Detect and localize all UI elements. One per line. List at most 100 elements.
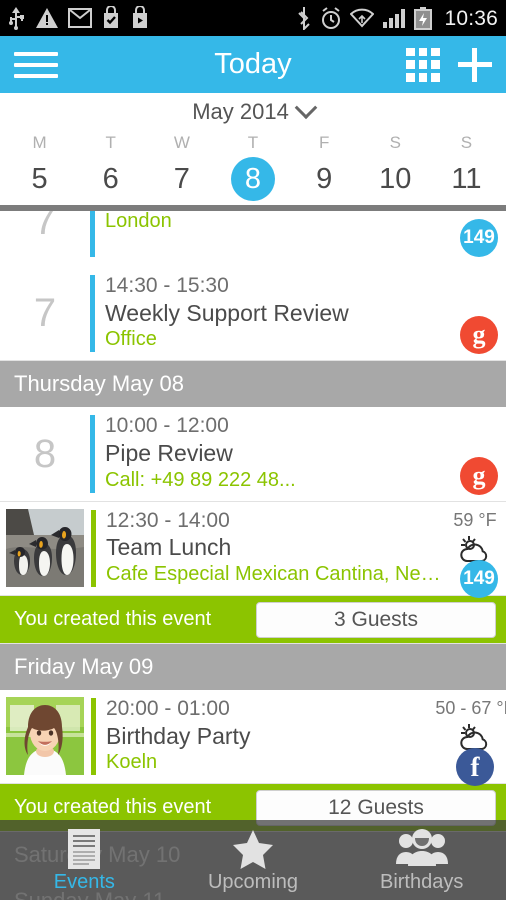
plus-icon[interactable] [458,47,492,82]
month-label: May 2014 [192,99,289,124]
week-day-9[interactable]: 9 [289,157,360,201]
week-day-8-selected[interactable]: 8 [217,157,288,201]
event-right-column: 149 [444,211,506,265]
event-right-column: g [444,267,506,360]
document-list-icon [0,827,169,871]
action-bar-actions [406,47,492,82]
event-body: 12:30 - 14:00 Team Lunch Cafe Especial M… [96,502,444,595]
date-number: 5 [31,163,48,195]
event-row-pipe-review[interactable]: 8 10:00 - 12:00 Pipe Review Call: +49 89… [0,407,506,502]
guests-button[interactable]: 3 Guests [256,601,496,638]
event-time: 20:00 - 01:00 [106,697,230,721]
event-time: 14:30 - 15:30 [105,274,229,297]
tab-upcoming[interactable]: Upcoming [169,827,338,900]
status-badge-count[interactable]: 149 [460,219,498,257]
signal-icon [383,9,406,28]
event-location: London [105,211,172,232]
checkbox-app-icon [104,6,118,28]
event-body: 00:00 London [95,211,444,265]
week-date-row: 5 6 7 8 9 10 11 [4,157,502,201]
agenda-list: 7 00:00 London 149 7 14:30 - 15:30 Weekl… [0,211,506,900]
week-dow-row: M T W T F S S [4,131,502,157]
status-bar-left-icons [6,6,296,30]
dow-label: F [318,133,330,152]
event-time: 10:00 - 12:00 [105,414,229,438]
tab-label: Events [53,871,115,893]
event-day-number: 7 [33,291,57,336]
event-title: Team Lunch [106,534,232,561]
status-badge-count[interactable]: 149 [460,559,498,598]
battery-charging-icon [414,6,433,30]
usb-icon [9,7,24,30]
day-header-thursday: Thursday May 08 [0,361,506,408]
day-header-friday: Friday May 09 [0,644,506,691]
event-row-team-lunch[interactable]: 12:30 - 14:00 Team Lunch Cafe Especial M… [0,501,506,598]
hamburger-icon[interactable] [14,50,58,80]
bottom-tab-bar: Events Upcoming Birthdays [0,820,506,900]
status-bar-right-icons: 10:36 [296,6,498,30]
created-label: You created this event [14,608,212,631]
event-right-column: 59 °F 149 [444,502,506,598]
week-day-11[interactable]: 11 [431,157,502,201]
event-title: Weekly Support Review [105,299,349,326]
event-row-birthday-party[interactable]: 20:00 - 01:00 Birthday Party Koeln 50 - … [0,690,506,787]
tab-birthdays[interactable]: Birthdays [337,827,506,900]
gmail-icon [68,8,92,28]
date-number: 6 [102,163,119,195]
date-number: 9 [316,163,333,195]
agenda-clipped-row[interactable]: 7 00:00 London 149 [0,211,506,267]
event-row-weekly-support-review[interactable]: 7 14:30 - 15:30 Weekly Support Review Of… [0,267,506,362]
event-body: 20:00 - 01:00 Birthday Party Koeln [96,690,444,783]
tab-label: Upcoming [207,871,299,893]
date-number: 11 [451,163,482,195]
week-day-5[interactable]: 5 [4,157,75,201]
created-banner-lunch: You created this event 3 Guests [0,596,506,645]
warning-icon [36,8,58,28]
month-selector[interactable]: May 2014 [0,93,506,131]
dow-label: S [460,133,473,152]
app-root: 10:36 Today May 2014 M T W T F S S 5 6 7… [0,0,506,900]
people-group-icon [337,827,506,871]
event-location: Cafe Especial Mexican Cantina, Neuhoeffe… [106,563,444,586]
event-location: Call: +49 89 222 48... [105,468,296,491]
dow-label: T [247,133,259,152]
chevron-down-icon [294,96,318,120]
week-day-6[interactable]: 6 [75,157,146,201]
event-title: Pipe Review [105,439,233,466]
event-temperature: 50 - 67 °F [435,698,506,719]
event-location: Office [105,328,157,351]
event-temperature: 59 °F [453,509,497,530]
week-strip: M T W T F S S 5 6 7 8 9 10 11 [0,131,506,205]
google-plus-badge-icon[interactable]: g [460,456,498,495]
status-bar: 10:36 [0,0,506,36]
star-icon [169,827,338,871]
wifi-icon [350,8,375,28]
action-bar: Today [0,36,506,93]
event-location: Koeln [106,751,158,774]
facebook-badge-icon[interactable]: f [456,748,494,787]
event-thumbnail-penguins[interactable] [6,508,84,587]
bluetooth-icon [298,7,311,30]
status-bar-clock: 10:36 [444,6,498,30]
dow-label: T [105,133,116,152]
event-body: 14:30 - 15:30 Weekly Support Review Offi… [95,267,444,360]
alarm-icon [322,6,341,29]
date-number: 7 [173,163,190,195]
dow-label: S [389,133,401,152]
dow-label: W [173,133,190,152]
week-day-7[interactable]: 7 [146,157,217,201]
tab-events[interactable]: Events [0,827,169,900]
date-number-selected: 8 [230,157,275,201]
grid-view-icon[interactable] [406,47,440,82]
event-thumbnail-portrait[interactable] [6,697,84,776]
google-plus-badge-icon[interactable]: g [460,316,498,355]
event-right-column: 50 - 67 °F f [435,690,506,787]
event-time: 12:30 - 14:00 [106,508,230,532]
created-label: You created this event [14,796,212,819]
date-number: 10 [379,163,412,195]
event-title: Birthday Party [106,722,251,749]
event-body: 10:00 - 12:00 Pipe Review Call: +49 89 2… [95,407,444,500]
event-day-number: 7 [33,211,57,243]
week-day-10[interactable]: 10 [360,157,431,201]
tab-label: Birthdays [379,871,464,893]
